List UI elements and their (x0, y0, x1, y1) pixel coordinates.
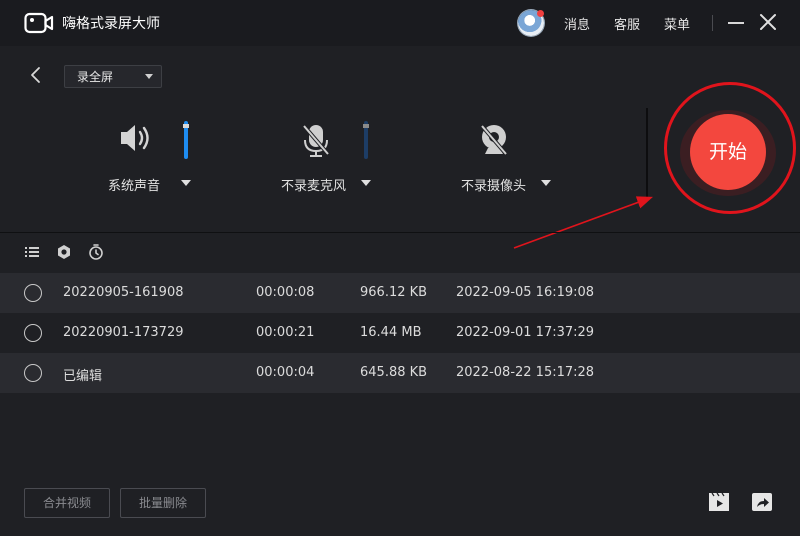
system-audio-label: 系统声音 (108, 179, 161, 194)
video-folder-icon[interactable] (708, 492, 730, 512)
annotation-circle (664, 82, 796, 214)
batch-delete-button[interactable]: 批量删除 (120, 488, 206, 518)
camera-dropdown[interactable] (541, 180, 551, 186)
mic-off-icon[interactable] (296, 120, 336, 160)
close-icon[interactable] (758, 12, 778, 32)
camera-off-icon[interactable] (474, 120, 514, 160)
row-select-radio[interactable] (24, 284, 42, 302)
file-size: 16.44 MB (360, 325, 422, 340)
microphone-dropdown[interactable] (361, 180, 371, 186)
merge-video-button[interactable]: 合并视频 (24, 488, 110, 518)
record-mode-select[interactable]: 录全屏 (64, 65, 162, 88)
titlebar-divider (712, 15, 713, 31)
list-toolbar (0, 232, 800, 274)
file-name: 已编辑 (63, 369, 103, 384)
row-select-radio[interactable] (24, 364, 42, 382)
file-date: 2022-09-01 17:37:29 (456, 325, 595, 340)
file-duration: 00:00:21 (256, 325, 315, 340)
mic-volume-knob[interactable] (363, 124, 369, 128)
app-logo-icon (24, 12, 54, 34)
speaker-icon[interactable] (116, 118, 156, 158)
notification-dot (537, 10, 544, 17)
microphone-label: 不录麦克风 (281, 179, 347, 194)
vertical-divider (646, 108, 648, 200)
file-date: 2022-09-05 16:19:08 (456, 285, 595, 300)
app-title: 嗨格式录屏大师 (62, 16, 160, 32)
customer-service-link[interactable]: 客服 (614, 14, 640, 33)
file-name: 20220905-161908 (63, 285, 184, 300)
menu-link[interactable]: 菜单 (664, 14, 690, 33)
share-icon[interactable] (752, 493, 772, 511)
back-icon[interactable] (28, 66, 44, 84)
file-size: 966.12 KB (360, 285, 428, 300)
file-name: 20220901-173729 (63, 325, 184, 340)
table-row[interactable]: 20220901-173729 00:00:21 16.44 MB 2022-0… (0, 313, 800, 353)
chevron-down-icon (145, 74, 153, 79)
record-mode-value: 录全屏 (77, 70, 114, 84)
table-row[interactable]: 已编辑 00:00:04 645.88 KB 2022-08-22 15:17:… (0, 353, 800, 393)
file-size: 645.88 KB (360, 365, 428, 380)
table-row[interactable]: 20220905-161908 00:00:08 966.12 KB 2022-… (0, 273, 800, 313)
settings-hex-icon[interactable] (56, 244, 72, 260)
file-duration: 00:00:08 (256, 285, 315, 300)
file-date: 2022-08-22 15:17:28 (456, 365, 595, 380)
list-icon[interactable] (24, 244, 40, 260)
system-volume-knob[interactable] (183, 124, 189, 128)
row-select-radio[interactable] (24, 324, 42, 342)
timer-icon[interactable] (88, 244, 104, 260)
news-link[interactable]: 消息 (564, 14, 590, 33)
minimize-button[interactable] (728, 22, 744, 24)
system-audio-dropdown[interactable] (181, 180, 191, 186)
file-duration: 00:00:04 (256, 365, 315, 380)
